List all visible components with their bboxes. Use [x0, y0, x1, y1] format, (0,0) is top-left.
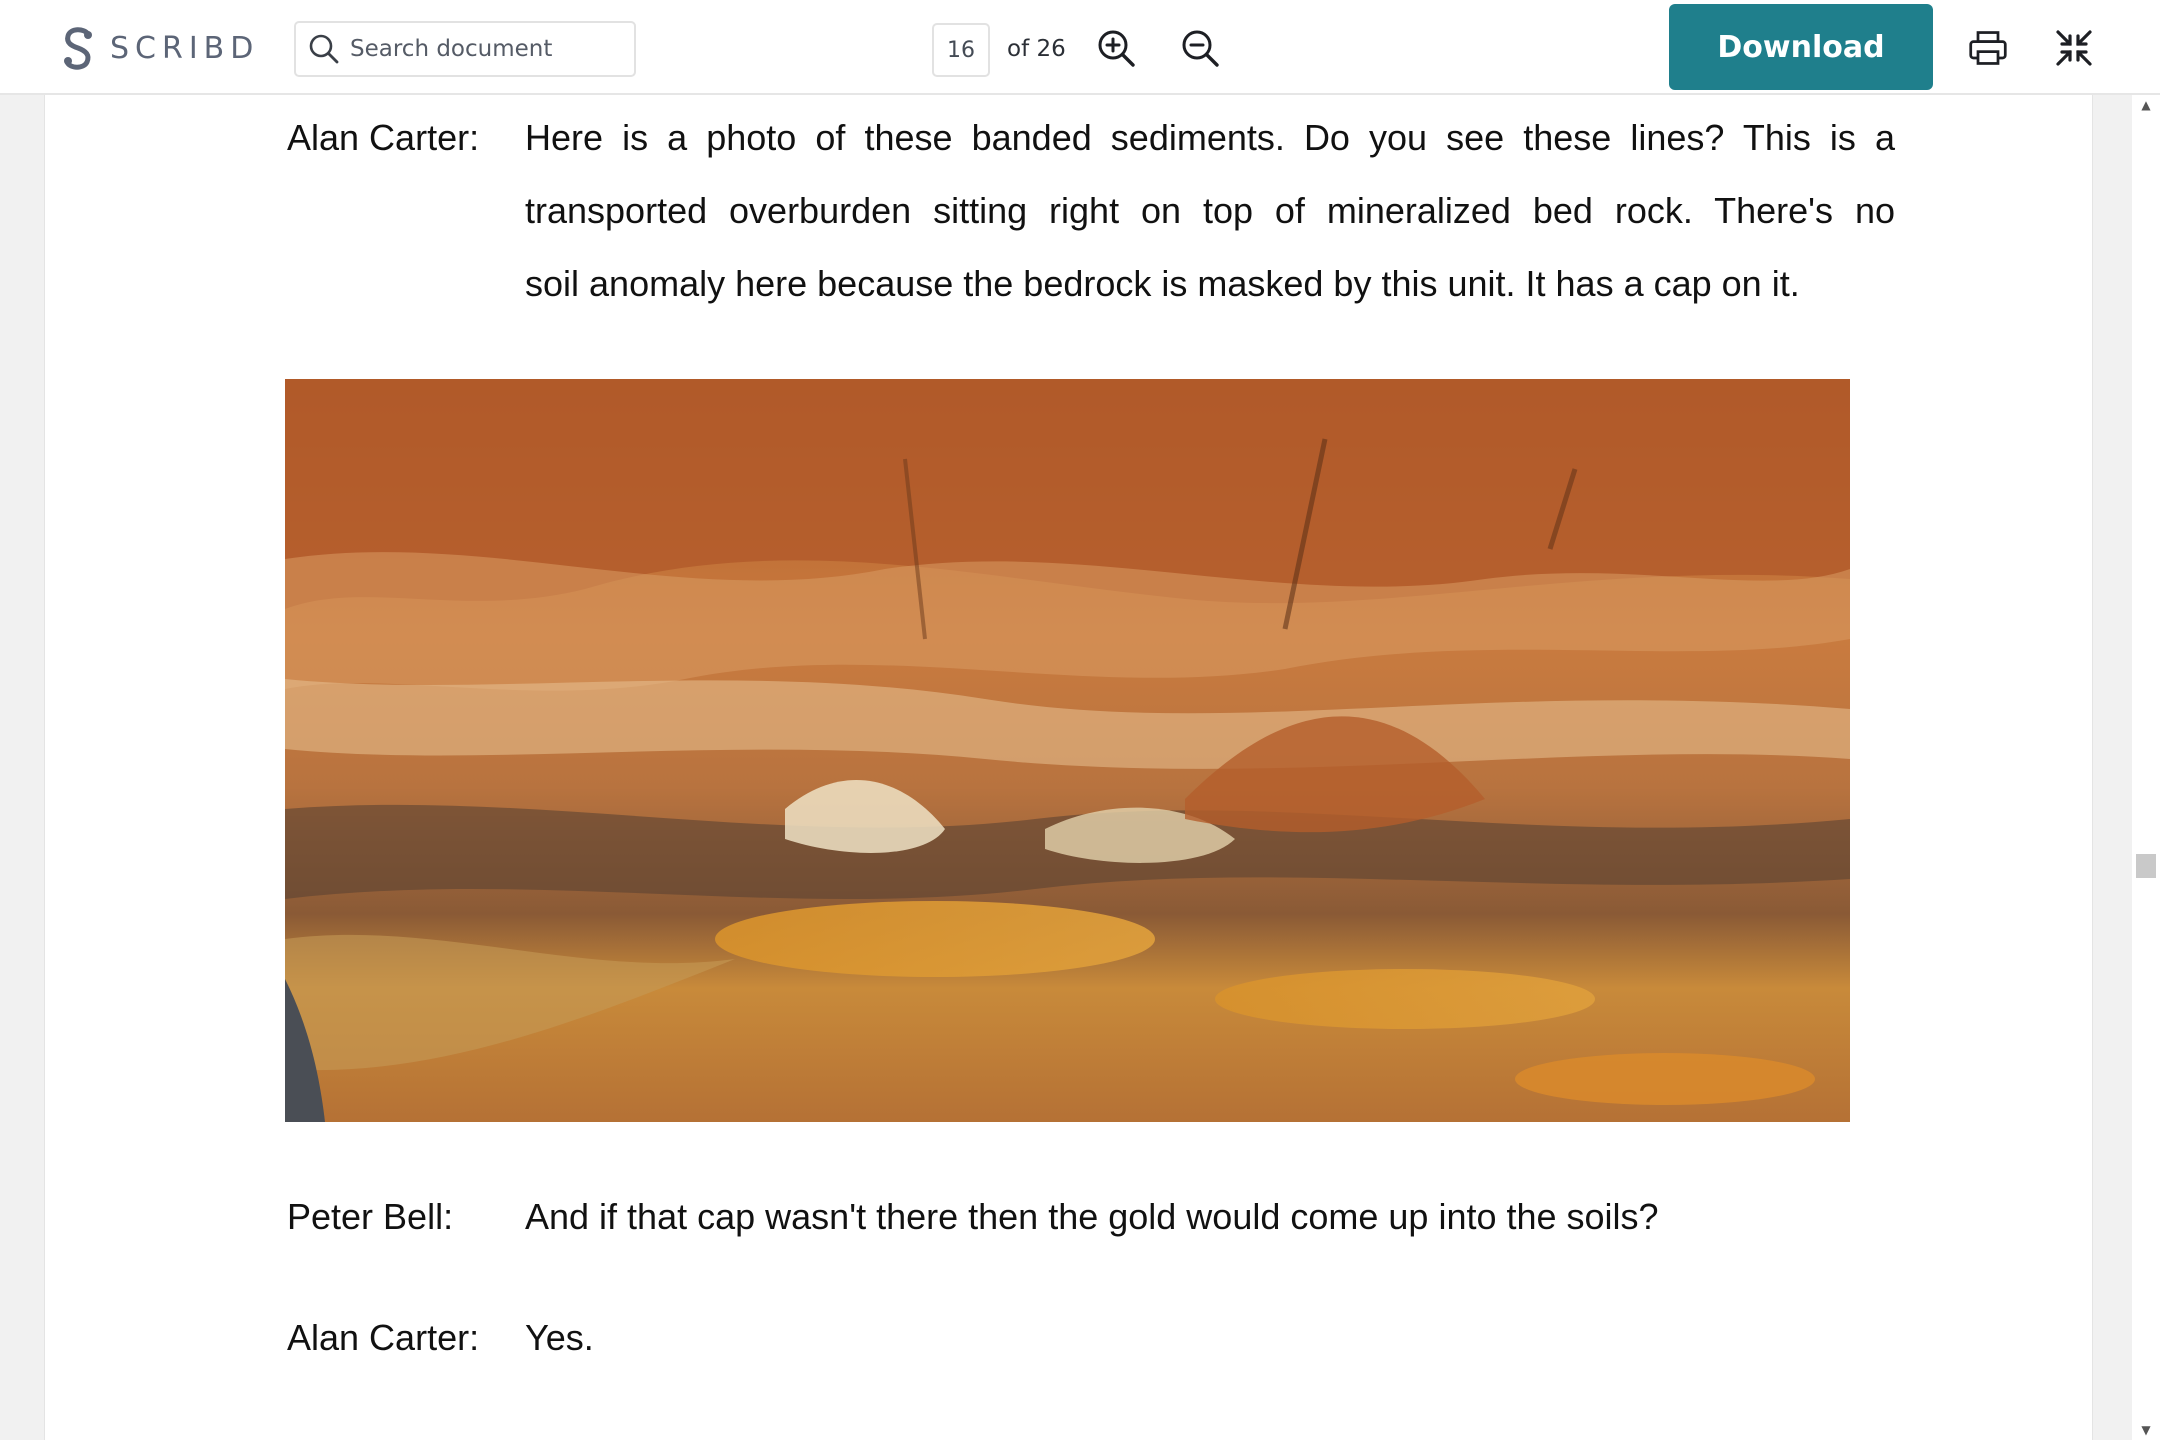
- page-number-input[interactable]: 16: [932, 23, 990, 77]
- banded-sediments-photo: [285, 379, 1850, 1122]
- zoom-in-button[interactable]: [1094, 26, 1138, 70]
- dialogue-line: transported overburden sitting right on …: [525, 190, 1895, 231]
- scrollbar-thumb[interactable]: [2136, 854, 2156, 878]
- zoom-out-button[interactable]: [1178, 26, 1222, 70]
- vertical-scrollbar[interactable]: ▲ ▼: [2132, 95, 2160, 1440]
- speaker-name: Peter Bell:: [287, 1196, 454, 1237]
- toolbar: SCRIBD 16 of 26 Download: [0, 0, 2160, 95]
- search-input[interactable]: [348, 35, 618, 63]
- document-photo: [285, 379, 1850, 1122]
- dialogue-line: Yes.: [525, 1317, 594, 1358]
- zoom-out-icon: [1182, 30, 1219, 67]
- scroll-up-arrow-icon[interactable]: ▲: [2140, 99, 2152, 111]
- collapse-fullscreen-icon: [2056, 30, 2092, 66]
- page-total-label: of 26: [1007, 36, 1066, 62]
- scribd-logo[interactable]: SCRIBD: [58, 24, 259, 72]
- scribd-logo-icon: [64, 27, 92, 70]
- speaker-name: Alan Carter:: [287, 1317, 480, 1358]
- document-page: Alan Carter: Here is a photo of these ba…: [44, 95, 2093, 1440]
- current-page: 16: [947, 37, 975, 63]
- printer-icon: [1969, 31, 2007, 65]
- exit-fullscreen-button[interactable]: [2052, 26, 2096, 70]
- speaker-name: Alan Carter:: [287, 117, 480, 158]
- document-viewer[interactable]: Alan Carter: Here is a photo of these ba…: [0, 95, 2160, 1440]
- search-icon: [309, 34, 339, 64]
- dialogue-line: And if that cap wasn't there then the go…: [525, 1196, 1659, 1237]
- dialogue-line: Here is a photo of these banded sediment…: [525, 117, 1895, 158]
- scroll-down-arrow-icon[interactable]: ▼: [2140, 1424, 2152, 1436]
- zoom-in-icon: [1098, 30, 1135, 67]
- dialogue-line: soil anomaly here because the bedrock is…: [525, 263, 1800, 304]
- logo-text: SCRIBD: [110, 30, 260, 66]
- download-button[interactable]: Download: [1669, 4, 1933, 90]
- search-box[interactable]: [294, 21, 636, 77]
- print-button[interactable]: [1964, 26, 2012, 70]
